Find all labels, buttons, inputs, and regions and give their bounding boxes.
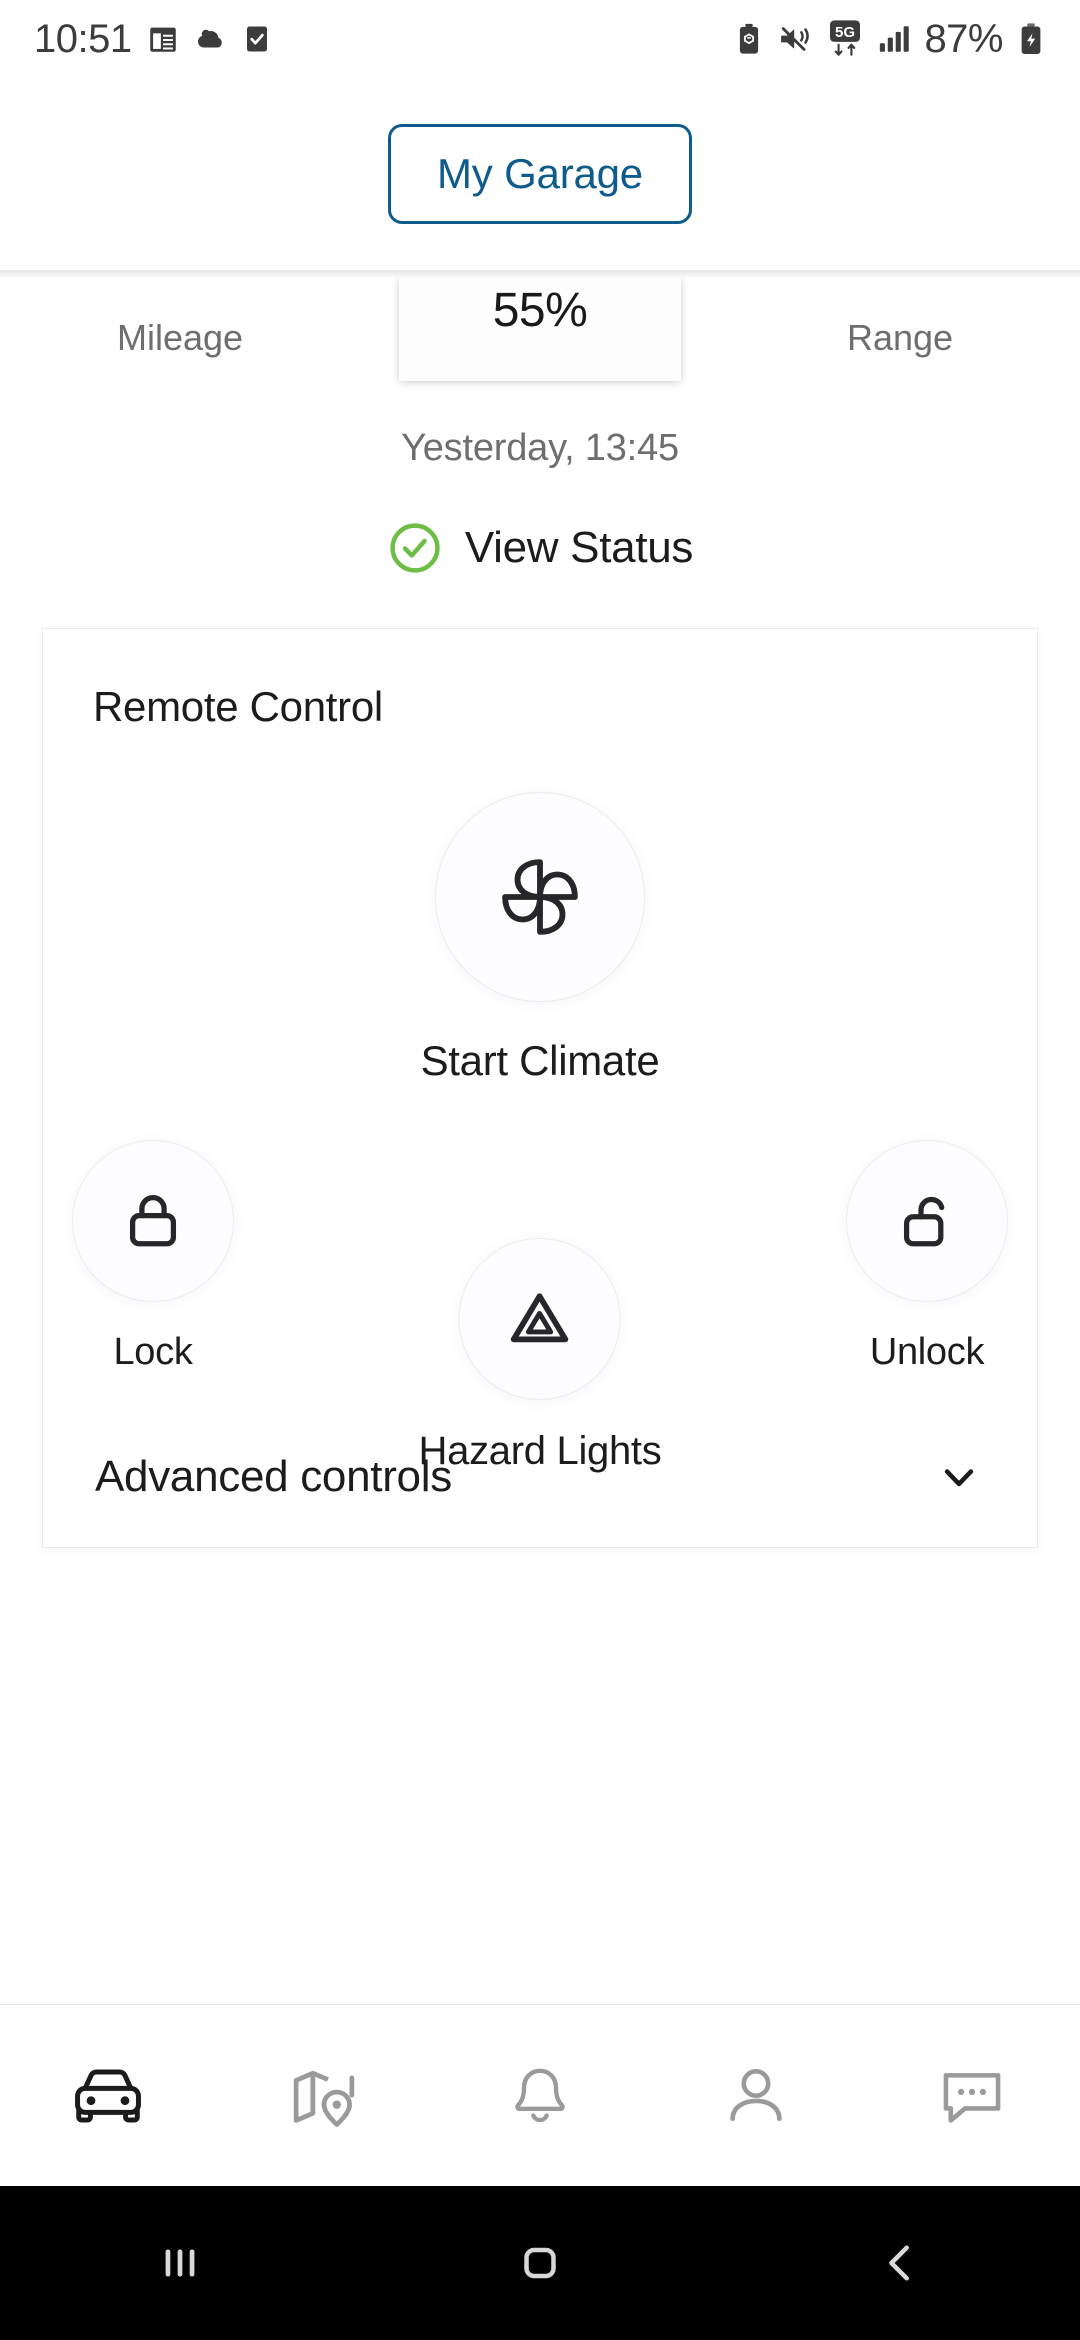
battery-saver-icon (740, 23, 759, 54)
battery-charging-icon (1021, 23, 1041, 54)
hazard-lights-button[interactable] (460, 1239, 620, 1399)
recents-button[interactable] (0, 2236, 360, 2290)
signal-bars-icon (880, 26, 910, 52)
back-icon (889, 2245, 909, 2281)
advanced-controls-row[interactable]: Advanced controls (43, 1407, 1037, 1547)
status-bar: 10:51 5G 87% (0, 0, 1080, 78)
nav-item-vehicle[interactable] (0, 2005, 216, 2186)
vibrate-mute-icon (781, 27, 810, 51)
battery-percent-label: 87% (924, 16, 1003, 61)
nav-item-map[interactable] (216, 2005, 432, 2186)
stat-range-label: Range (846, 316, 954, 358)
lock-button[interactable] (73, 1141, 233, 1301)
home-icon (524, 2247, 556, 2279)
status-bar-left: 10:51 (34, 17, 272, 62)
remote-control-title: Remote Control (93, 683, 383, 730)
app-header: My Garage (0, 78, 1080, 270)
checkbox-checked-icon (246, 26, 267, 52)
advanced-controls-label: Advanced controls (95, 1452, 452, 1501)
check-circle-icon (390, 523, 440, 573)
status-bar-right: 5G 87% (734, 17, 1046, 62)
5g-network-icon: 5G (830, 20, 861, 56)
phone-screen: 10:51 5G 87% My Garage Mileage 55% Range… (0, 0, 1080, 2340)
remote-control-card: Remote Control Start Climate Lock Hazard… (42, 628, 1038, 1548)
stat-battery[interactable]: 55% (360, 277, 720, 381)
start-climate-label: Start Climate (420, 1037, 660, 1084)
stat-battery-card[interactable]: 55% (399, 277, 681, 381)
bell-icon (515, 2068, 565, 2122)
stat-range[interactable]: Range (720, 277, 1080, 382)
unlock-button[interactable] (847, 1141, 1007, 1301)
lock-label: Lock (113, 1331, 193, 1373)
recents-icon (165, 2249, 195, 2277)
stat-mileage[interactable]: Mileage (0, 277, 360, 382)
lock-closed-icon (129, 1195, 177, 1247)
svg-text:5G: 5G (835, 24, 855, 41)
start-climate-control[interactable]: Start Climate (43, 793, 1037, 1085)
calendar-icon (149, 27, 176, 52)
unlock-control[interactable]: Unlock (847, 1141, 1007, 1374)
lock-open-icon (903, 1196, 945, 1247)
view-status-label: View Status (464, 523, 694, 572)
back-button[interactable] (720, 2236, 1080, 2290)
bottom-navigation-bar (0, 2004, 1080, 2186)
my-garage-button[interactable]: My Garage (388, 124, 692, 224)
android-system-nav (0, 2186, 1080, 2340)
vehicle-stats-row: Mileage 55% Range (0, 277, 1080, 382)
nav-item-messages[interactable] (864, 2005, 1080, 2186)
view-status-row[interactable]: View Status (0, 520, 1080, 576)
chat-bubble-icon (943, 2072, 1001, 2123)
chevron-down-icon[interactable] (933, 1451, 985, 1503)
stat-battery-value: 55% (492, 284, 588, 337)
last-updated-timestamp: Yesterday, 13:45 (401, 427, 679, 469)
hazard-triangle-icon (511, 1293, 569, 1343)
scroll-content[interactable]: Mileage 55% Range Yesterday, 13:45 View … (0, 277, 1080, 2004)
nav-item-profile[interactable] (648, 2005, 864, 2186)
status-bar-clock: 10:51 (34, 16, 132, 61)
fan-pinwheel-icon (502, 859, 578, 935)
start-climate-button[interactable] (436, 793, 644, 1001)
map-pin-icon (293, 2070, 355, 2127)
lock-control[interactable]: Lock (73, 1141, 233, 1374)
nav-item-notifications[interactable] (432, 2005, 648, 2186)
unlock-label: Unlock (869, 1331, 985, 1373)
weather-cloud-icon (197, 29, 222, 48)
car-icon (75, 2068, 141, 2123)
stat-mileage-label: Mileage (116, 316, 244, 358)
person-icon (730, 2068, 782, 2121)
home-button[interactable] (360, 2236, 720, 2290)
